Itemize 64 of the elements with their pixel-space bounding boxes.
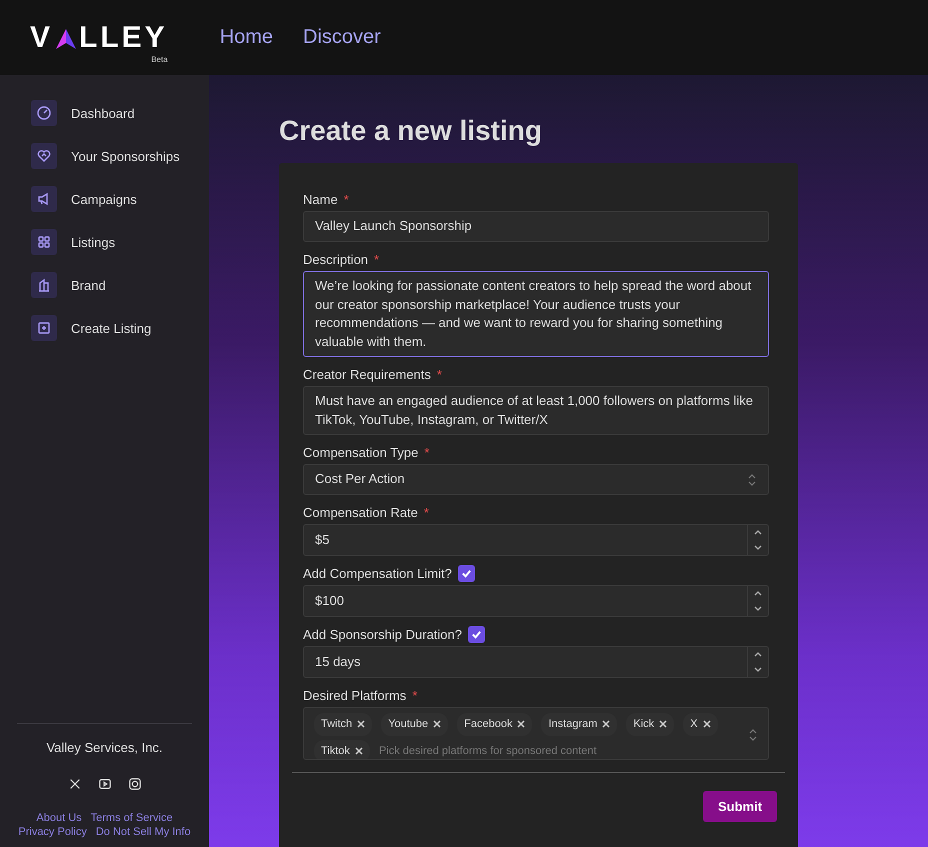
field-label: Compensation Rate: [303, 504, 418, 520]
platform-tag[interactable]: Twitch: [314, 713, 372, 736]
logo[interactable]: V LLEY Beta: [30, 22, 168, 64]
check-icon: [460, 568, 472, 578]
nav-link[interactable]: Discover: [303, 26, 381, 49]
plus-square-icon: [31, 315, 57, 341]
x-logo-icon[interactable]: [68, 777, 82, 791]
required-mark: *: [374, 252, 380, 266]
check-icon: [471, 628, 482, 640]
remove-icon[interactable]: [659, 720, 668, 728]
gauge-icon: [31, 100, 57, 126]
platform-tag[interactable]: X: [683, 713, 718, 736]
sidebar-item[interactable]: Listings: [31, 229, 209, 255]
text-area[interactable]: We’re looking for passionate content creators to help spread the word about our creator sponsorship marketplace! Your audience trusts your recommendations — and we want to reward you for sharing something valuable with them.: [303, 271, 769, 357]
instagram-icon[interactable]: [128, 777, 142, 791]
footer-link[interactable]: About Us: [36, 811, 82, 825]
page-title: Create a new listing: [279, 115, 543, 147]
platform-tag[interactable]: Facebook: [457, 713, 532, 736]
field-label: Desired Platforms: [303, 688, 406, 702]
checkbox[interactable]: [468, 626, 485, 642]
required-mark: *: [424, 504, 429, 520]
field-label: Creator Requirements: [303, 366, 431, 382]
multi-select-field[interactable]: Twitch Youtube Facebook Instagram Kick X Tiktok Pick desired platforms for sponsored content: [303, 707, 769, 760]
megaphone-icon: [31, 186, 57, 212]
footer-link[interactable]: Do Not Sell My Info: [96, 825, 191, 839]
remove-icon[interactable]: [433, 720, 442, 728]
sidebar-item[interactable]: Create Listing: [31, 315, 209, 341]
platform-tag[interactable]: Youtube: [381, 713, 448, 736]
footer-link[interactable]: Terms of Service: [90, 811, 173, 825]
required-mark: *: [412, 688, 418, 702]
nav-link[interactable]: Home: [220, 26, 274, 49]
remove-icon[interactable]: [702, 720, 711, 728]
remove-icon[interactable]: [517, 720, 526, 728]
sidebar-item[interactable]: Brand: [31, 272, 209, 298]
field-label: Add Compensation Limit?: [303, 566, 452, 580]
required-mark: *: [424, 444, 430, 460]
chevron-icon: [748, 728, 758, 742]
youtube-icon[interactable]: [98, 777, 112, 791]
remove-icon[interactable]: [354, 746, 363, 755]
field-label: Add Sponsorship Duration?: [303, 626, 462, 642]
company-name: Valley Services, Inc.: [46, 740, 163, 755]
platform-tag[interactable]: Tiktok: [314, 740, 370, 759]
required-mark: *: [436, 366, 442, 382]
checkbox[interactable]: [458, 564, 475, 582]
chevron-icon: [747, 472, 757, 486]
placeholder-text: Pick desired platforms for sponsored content: [378, 744, 597, 758]
building-icon: [31, 272, 57, 298]
platform-tag[interactable]: Kick: [626, 713, 674, 736]
remove-icon[interactable]: [602, 720, 610, 728]
required-mark: *: [344, 192, 349, 206]
remove-icon[interactable]: [357, 720, 366, 728]
select-field[interactable]: Cost Per Action: [303, 464, 769, 495]
sidebar-item[interactable]: Dashboard: [31, 100, 209, 126]
platform-tag[interactable]: Instagram: [541, 713, 618, 736]
sidebar-item[interactable]: Campaigns: [31, 186, 209, 212]
sidebar-item[interactable]: Your Sponsorships: [31, 143, 209, 169]
grid-icon: [31, 229, 57, 255]
field-label: Compensation Type: [303, 444, 418, 460]
field-label: Name: [303, 192, 338, 206]
text-field[interactable]: Valley Launch Sponsorship: [303, 211, 769, 242]
submit-button[interactable]: Submit: [703, 791, 777, 822]
text-area[interactable]: Must have an engaged audience of at least 1,000 followers on platforms like TikTok, YouTube, Instagram, or Twitter/X: [303, 386, 769, 435]
footer-link[interactable]: Privacy Policy: [18, 825, 87, 839]
field-label: Description: [303, 252, 368, 266]
